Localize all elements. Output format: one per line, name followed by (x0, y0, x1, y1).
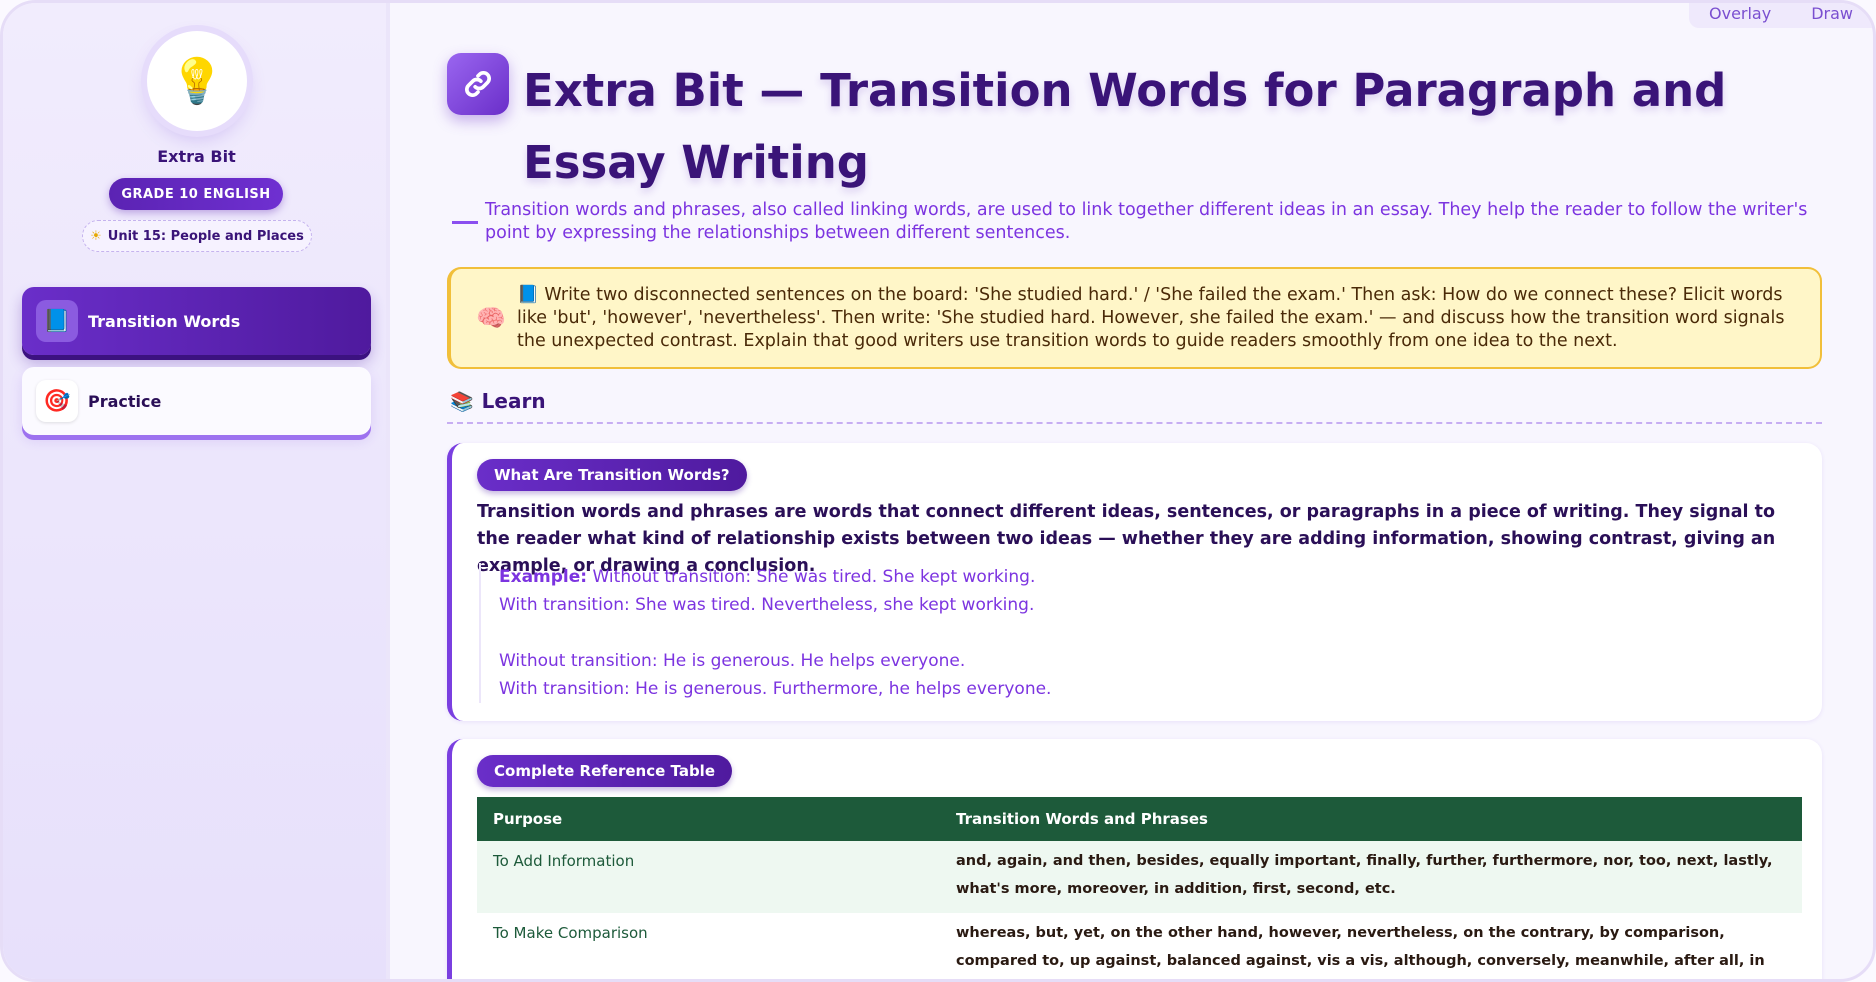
table-row: To Add Information and, again, and then,… (477, 841, 1802, 913)
grade-badge: GRADE 10 ENGLISH (109, 178, 283, 210)
example-label: Example: (499, 567, 588, 587)
sidebar-title: Extra Bit (157, 147, 236, 166)
sidebar-item-label: Transition Words (88, 311, 241, 331)
learn-heading-label: Learn (481, 389, 546, 413)
page-title: Extra Bit — Transition Words for Paragra… (523, 64, 1727, 189)
example-block: Example: Without transition: She was tir… (479, 563, 1051, 703)
books-icon: 📚 (450, 390, 474, 413)
words-cell: whereas, but, yet, on the other hand, ho… (956, 925, 1765, 969)
reference-card: Complete Reference Table Purpose Transit… (447, 739, 1822, 979)
link-icon (447, 53, 509, 115)
sidebar-item-transition-words[interactable]: 📘 Transition Words (22, 287, 371, 355)
unit-badge: ☀ Unit 15: People and Places (82, 220, 312, 252)
column-header: Transition Words and Phrases (940, 797, 1802, 841)
example-line: With transition: He is generous. Further… (499, 679, 1052, 699)
reference-table: Purpose Transition Words and Phrases To … (477, 797, 1802, 979)
teacher-note-text: 📘 Write two disconnected sentences on th… (517, 284, 1785, 351)
sidebar-item-practice[interactable]: 🎯 Practice (22, 367, 371, 435)
draw-button[interactable]: Draw (1791, 3, 1873, 28)
example-line: Example: Without transition: She was tir… (499, 567, 1036, 587)
sun-icon: ☀ (90, 228, 102, 244)
sidebar: 💡 Extra Bit GRADE 10 ENGLISH ☀ Unit 15: … (3, 3, 390, 979)
sidebar-item-label: Practice (88, 391, 162, 411)
section-pill: Complete Reference Table (477, 755, 732, 787)
overlay-button[interactable]: Overlay (1689, 3, 1791, 28)
toolbar: Overlay Draw (1689, 3, 1873, 28)
purpose-cell: To Make Comparison (493, 924, 648, 942)
subtitle-accent (452, 221, 478, 224)
unit-label: Unit 15: People and Places (107, 228, 304, 244)
words-cell: and, again, and then, besides, equally i… (940, 841, 1802, 913)
main-content: Extra Bit — Transition Words for Paragra… (395, 3, 1873, 979)
target-icon: 🎯 (36, 380, 78, 422)
section-pill: What Are Transition Words? (477, 459, 747, 491)
learn-heading: 📚 Learn (450, 389, 546, 413)
app-window: Overlay Draw 💡 Extra Bit GRADE 10 ENGLIS… (0, 0, 1876, 982)
page-subtitle: Transition words and phrases, also calle… (485, 200, 1808, 243)
lightbulb-icon: 💡 (147, 31, 247, 131)
example-line: With transition: She was tired. Neverthe… (499, 595, 1035, 615)
teacher-note: 🧠 📘 Write two disconnected sentences on … (447, 267, 1822, 369)
column-header: Purpose (477, 797, 940, 841)
definition-card: What Are Transition Words? Transition wo… (447, 443, 1822, 721)
table-row: To Make Comparison whereas, but, yet, on… (477, 913, 1802, 979)
table-header-row: Purpose Transition Words and Phrases (477, 797, 1802, 841)
brain-icon: 🧠 (476, 304, 506, 332)
divider (447, 422, 1822, 424)
purpose-cell: To Add Information (477, 841, 940, 913)
book-icon: 📘 (36, 300, 78, 342)
example-line: Without transition: He is generous. He h… (499, 651, 966, 671)
